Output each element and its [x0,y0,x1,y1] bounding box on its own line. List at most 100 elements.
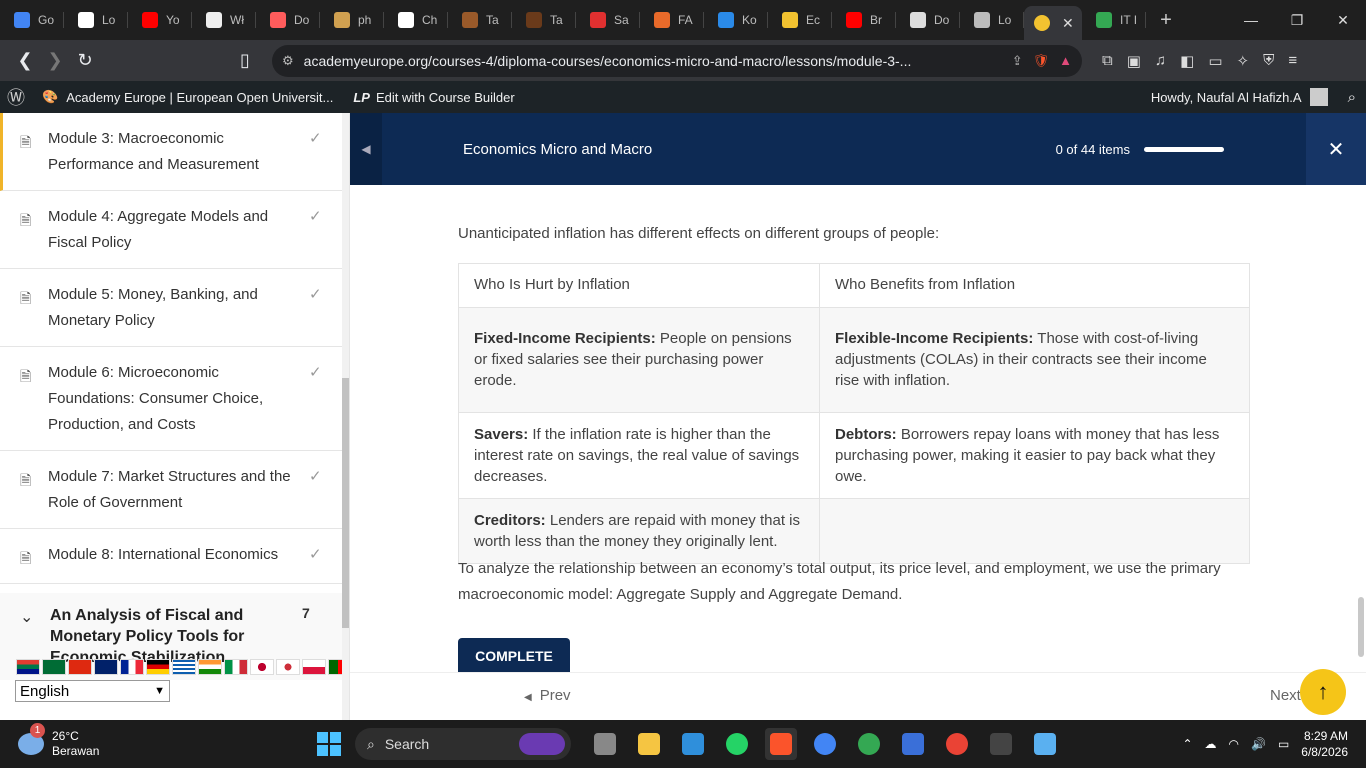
close-icon[interactable]: ✕ [1306,113,1366,185]
sidebar-module-item[interactable]: 🗎 Module 5: Money, Banking, and Monetary … [0,269,349,347]
sidebar-module-item[interactable]: 🗎 Module 6: Microeconomic Foundations: Co… [0,347,349,451]
site-info-icon[interactable]: ⚙ [282,53,294,69]
chevron-up-icon[interactable]: ⌃ [1182,737,1192,751]
close-tab-icon[interactable]: ✕ [1062,15,1074,32]
sidebar-module-item[interactable]: 🗎 Module 4: Aggregate Models and Fiscal P… [0,191,349,269]
flag-kr-icon[interactable] [276,659,300,675]
cloud-sync-icon[interactable]: ☁ [1205,737,1217,751]
flag-it-icon[interactable] [224,659,248,675]
brave-rewards-icon[interactable]: ▲ [1059,53,1072,68]
music-icon[interactable]: ♫ [1155,52,1166,70]
leo-ai-icon[interactable]: ✧ [1237,52,1250,70]
browser-tab[interactable]: Ta [512,0,576,40]
flag-de-icon[interactable] [146,659,170,675]
browser-tab[interactable]: Ec [768,0,832,40]
checkmark-icon: ✓ [309,468,322,485]
brave-shield-icon[interactable]: 🛡 [1033,53,1050,69]
wifi-icon[interactable]: ◠ [1229,737,1239,751]
url-text[interactable]: academyeurope.org/courses-4/diploma-cour… [304,53,1002,69]
sidebar-scrollbar[interactable] [342,113,349,720]
task-view-icon[interactable] [589,728,621,760]
site-name-link[interactable]: 🎨 Academy Europe | European Open Univers… [32,89,343,105]
chrome-profile-2-icon[interactable] [941,728,973,760]
sidebar-module-item[interactable]: 🗎 Module 7: Market Structures and the Rol… [0,451,349,529]
extensions-icon[interactable]: ⧉ [1102,52,1113,70]
volume-icon[interactable]: 🔊 [1251,737,1266,751]
share-icon[interactable]: ⇪ [1012,53,1023,69]
reload-button[interactable]: ↻ [70,46,100,76]
search-icon[interactable]: ⌕ [1348,89,1356,106]
taskbar-search[interactable]: ⌕ Search [355,728,571,760]
flag-gr-icon[interactable] [172,659,196,675]
browser-tab[interactable]: Sa [576,0,640,40]
chrome-icon[interactable] [809,728,841,760]
search-label: Search [384,736,430,752]
new-tab-button[interactable]: + [1146,9,1186,32]
course-builder-link[interactable]: LP Edit with Course Builder [343,90,524,105]
browser-tab[interactable]: ph [320,0,384,40]
weather-widget[interactable]: 1 26°C Berawan [0,723,320,759]
teams-icon[interactable] [897,728,929,760]
browser-tab[interactable]: Do [256,0,320,40]
tab-last[interactable]: IT I [1082,0,1146,40]
prev-button[interactable]: ◀ Prev [524,687,571,704]
start-button[interactable] [317,732,341,756]
reader-icon[interactable]: ▣ [1127,52,1141,70]
tab-favicon [334,12,350,28]
browser-tab[interactable]: Ta [448,0,512,40]
browser-tab[interactable]: Lo [64,0,128,40]
sidebar-module-item[interactable]: 🗎 Module 8: International Economics ✓ [0,529,349,584]
flag-cn-icon[interactable] [68,659,92,675]
forward-button[interactable]: ❯ [40,46,70,76]
menu-icon[interactable]: ≡ [1288,52,1297,70]
whatsapp-icon[interactable] [721,728,753,760]
tab-active[interactable]: ✕ [1024,6,1082,40]
browser-tab[interactable]: Ch [384,0,448,40]
sidebar-module-item[interactable]: 🗎 Module 3: Macroeconomic Performance and… [0,113,349,191]
sidebar-icon[interactable]: ◧ [1180,52,1194,70]
browser-tab[interactable]: Ko [704,0,768,40]
browser-tab[interactable]: Lo [960,0,1024,40]
flag-gb-icon[interactable] [94,659,118,675]
browser-tab[interactable]: Br [832,0,896,40]
vscode-icon[interactable] [677,728,709,760]
browser-toolbar: ❮ ❯ ↻ ▯ ⚙ academyeurope.org/courses-4/di… [0,40,1366,81]
minimize-button[interactable]: — [1228,0,1274,40]
brave-icon[interactable] [765,728,797,760]
browser-tab[interactable]: Do [896,0,960,40]
language-select[interactable]: English ▼ [15,680,170,702]
wallet-icon[interactable]: ▭ [1208,52,1222,70]
account-menu[interactable]: Howdy, Naufal Al Hafizh.A ⌕ [1151,88,1366,106]
content-scrollbar[interactable] [1358,597,1364,657]
close-window-button[interactable]: ✕ [1320,0,1366,40]
scroll-to-top-button[interactable]: ↑ [1300,669,1346,715]
chevron-down-icon: ▼ [154,685,165,697]
flag-sa-icon[interactable] [42,659,66,675]
next-button[interactable]: Next [1270,687,1301,704]
restore-button[interactable]: ❐ [1274,0,1320,40]
wordpress-icon[interactable]: Ⓦ [0,84,32,110]
terminal-icon[interactable] [985,728,1017,760]
flag-fr-icon[interactable] [120,659,144,675]
flag-za-icon[interactable] [16,659,40,675]
browser-tab[interactable]: Wł [192,0,256,40]
sidebar-toggle-button[interactable]: ◀ [350,113,382,185]
file-explorer-icon[interactable] [633,728,665,760]
battery-icon[interactable]: ▭ [1278,737,1289,751]
vpn-icon[interactable]: ⛨ [1263,52,1274,70]
complete-button[interactable]: COMPLETE [458,638,570,674]
chrome-profile-icon[interactable] [853,728,885,760]
clock[interactable]: 8:29 AM 6/8/2026 [1301,728,1348,760]
bookmark-icon[interactable]: ▯ [230,46,260,76]
sidebar-scroll-thumb[interactable] [342,378,349,628]
browser-tab[interactable]: FA [640,0,704,40]
browser-tab[interactable]: Go [0,0,64,40]
back-button[interactable]: ❮ [10,46,40,76]
flag-pl-icon[interactable] [302,659,326,675]
tab-label: Go [38,13,55,27]
address-bar[interactable]: ⚙ academyeurope.org/courses-4/diploma-co… [272,44,1082,77]
flag-jp-icon[interactable] [250,659,274,675]
browser-tab[interactable]: Yo [128,0,192,40]
notepad-icon[interactable] [1029,728,1061,760]
flag-in-icon[interactable] [198,659,222,675]
